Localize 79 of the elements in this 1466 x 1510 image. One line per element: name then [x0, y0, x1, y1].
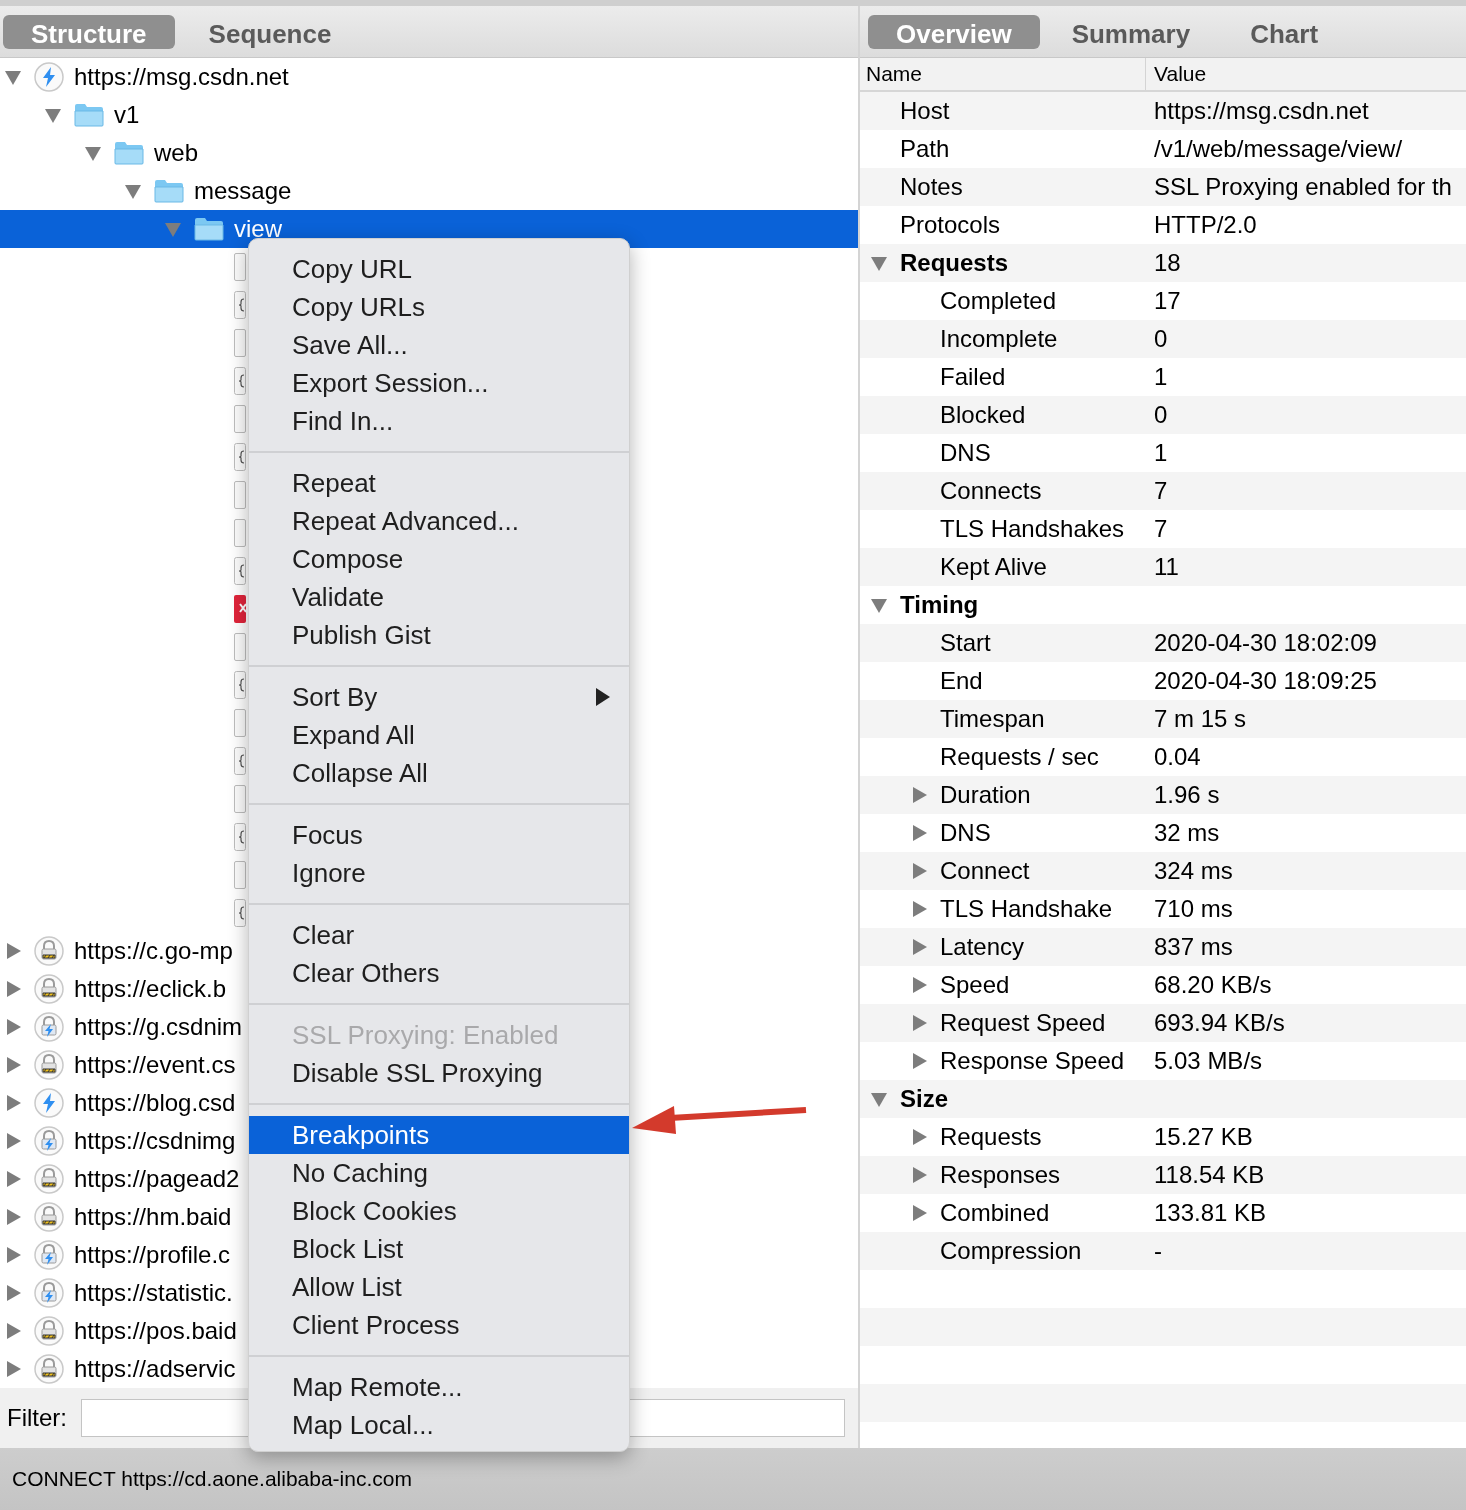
tree-label: message [194, 176, 292, 206]
property-name: TLS Handshake [940, 894, 1113, 924]
property-name: Incomplete [940, 324, 1058, 354]
property-value: 32 ms [1153, 818, 1220, 848]
property-value: 0 [1153, 400, 1168, 430]
tree-label: web [154, 138, 199, 168]
property-name: Timespan [940, 704, 1045, 734]
property-name: Requests [940, 1122, 1042, 1152]
property-name: Blocked [940, 400, 1026, 430]
property-value: 693.94 KB/s [1153, 1008, 1285, 1038]
property-name: TLS Handshakes [940, 514, 1125, 544]
tree-label: https://statistic. [74, 1278, 233, 1308]
tree-label: https://adservic [74, 1354, 236, 1384]
property-value: 324 ms [1153, 856, 1233, 886]
property-value: - [1153, 1236, 1162, 1266]
tree-label: v1 [114, 100, 140, 130]
property-value: 7 [1153, 514, 1168, 544]
property-name: Response Speed [940, 1046, 1125, 1076]
property-name: Speed [940, 970, 1010, 1000]
property-value: HTTP/2.0 [1153, 210, 1257, 240]
property-value: 18 [1153, 248, 1181, 278]
property-name: Protocols [900, 210, 1001, 240]
property-name: End [940, 666, 983, 696]
property-name: Combined [940, 1198, 1050, 1228]
property-name: Requests / sec [940, 742, 1099, 772]
tree-label: view [234, 214, 282, 244]
property-value: https://msg.csdn.net [1153, 96, 1369, 126]
property-value: 2020-04-30 18:09:25 [1153, 666, 1377, 696]
property-name: DNS [940, 818, 991, 848]
property-value: 0.04 [1153, 742, 1201, 772]
property-value: SSL Proxying enabled for th [1153, 172, 1452, 202]
tree-label: https://profile.c [74, 1240, 231, 1270]
property-name: Completed [940, 286, 1057, 316]
tree-label: https://c.go-mp [74, 936, 233, 966]
property-value: 118.54 KB [1153, 1160, 1265, 1190]
property-value: 710 ms [1153, 894, 1233, 924]
property-value: 7 m 15 s [1153, 704, 1247, 734]
filter-label: Filter: [7, 1403, 67, 1433]
tree-label: https://msg.csdn.net [74, 62, 289, 92]
property-value: 68.20 KB/s [1153, 970, 1272, 1000]
tree-label: https://eclick.b [74, 974, 227, 1004]
property-name: Path [900, 134, 950, 164]
property-name: Request Speed [940, 1008, 1106, 1038]
property-value: 17 [1153, 286, 1181, 316]
property-value: /v1/web/message/view/ [1153, 134, 1403, 164]
property-value: 2020-04-30 18:02:09 [1153, 628, 1377, 658]
property-name: Failed [940, 362, 1006, 392]
property-name: Responses [940, 1160, 1061, 1190]
property-value: 837 ms [1153, 932, 1233, 962]
property-name: Latency [940, 932, 1025, 962]
tree-label: https://csdnimg [74, 1126, 236, 1156]
property-name: Host [900, 96, 950, 126]
property-value: 1.96 s [1153, 780, 1220, 810]
property-value: 0 [1153, 324, 1168, 354]
property-name: Compression [940, 1236, 1082, 1266]
property-name: Kept Alive [940, 552, 1047, 582]
tree-label: https://blog.csd [74, 1088, 236, 1118]
property-name: Connects [940, 476, 1042, 506]
property-value: 1 [1153, 438, 1168, 468]
property-name: DNS [940, 438, 991, 468]
property-value: 11 [1153, 552, 1179, 582]
property-name: Notes [900, 172, 963, 202]
tree-label: https://hm.baid [74, 1202, 232, 1232]
property-value: 15.27 KB [1153, 1122, 1253, 1152]
property-value: 1 [1153, 362, 1168, 392]
property-value: 7 [1153, 476, 1168, 506]
property-name: Connect [940, 856, 1030, 886]
property-name: Timing [900, 590, 979, 620]
property-name: Requests [900, 248, 1009, 278]
property-name: Size [900, 1084, 949, 1114]
tree-label: https://pos.baid [74, 1316, 237, 1346]
tree-label: https://pagead2 [74, 1164, 240, 1194]
property-value: 133.81 KB [1153, 1198, 1267, 1228]
tree-label: https://event.cs [74, 1050, 236, 1080]
property-value: 5.03 MB/s [1153, 1046, 1263, 1076]
property-name: Start [940, 628, 991, 658]
status-text: CONNECT https://cd.aone.alibaba-inc.com [12, 1466, 412, 1493]
property-name: Duration [940, 780, 1031, 810]
tree-label: https://g.csdnim [74, 1012, 243, 1042]
